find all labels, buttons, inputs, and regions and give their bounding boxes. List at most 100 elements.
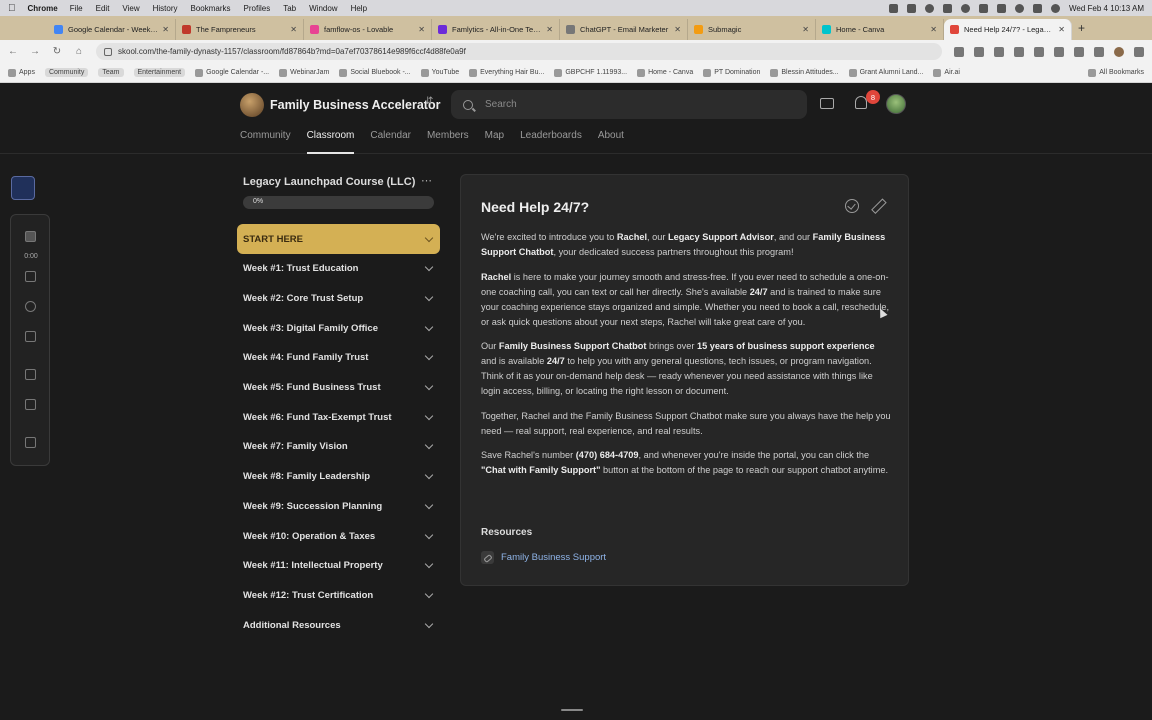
apple-icon[interactable]:  [8,3,16,14]
kebab-menu-icon[interactable] [1134,46,1144,57]
search-input[interactable] [485,99,785,110]
sidebar-icon[interactable] [1094,46,1104,57]
status-app-icon[interactable] [996,3,1006,13]
group-logo[interactable] [240,93,264,117]
status-app-icon[interactable] [942,3,952,13]
group-name[interactable]: Family Business Accelerator [270,98,440,112]
tab-close-icon[interactable]: ✕ [290,25,297,34]
control-center-icon[interactable] [1032,3,1042,13]
course-options-icon[interactable]: ⋯ [421,174,432,187]
camera-icon[interactable] [25,437,36,448]
menu-view[interactable]: View [122,4,139,13]
chat-icon[interactable] [820,98,834,109]
profile-avatar[interactable] [1114,46,1124,57]
bookmark-item[interactable]: WebinarJam [279,68,329,77]
back-icon[interactable]: ← [8,46,18,57]
module-week-4[interactable]: Week #4: Fund Family Trust [237,343,440,373]
nav-map[interactable]: Map [485,128,504,154]
group-switcher-icon[interactable]: ⇵ [425,96,433,107]
browser-tab-active[interactable]: Need Help 24/7? - Legacy L ✕ [944,19,1072,40]
user-avatar[interactable] [886,94,906,114]
bookmark-item[interactable]: Grant Alumni Land... [848,68,923,77]
nav-calendar[interactable]: Calendar [370,128,411,154]
tab-close-icon[interactable]: ✕ [546,25,553,34]
module-week-6[interactable]: Week #6: Fund Tax-Exempt Trust [237,402,440,432]
zoom-icon[interactable] [954,46,964,57]
site-info-icon[interactable] [104,47,112,56]
status-app-icon[interactable] [978,3,988,13]
tab-close-icon[interactable]: ✕ [418,25,425,34]
module-week-9[interactable]: Week #9: Succession Planning [237,492,440,522]
module-week-2[interactable]: Week #2: Core Trust Setup [237,284,440,314]
bookmark-folder[interactable]: Entertainment [133,68,186,77]
extension-icon[interactable] [1054,46,1064,57]
module-week-12[interactable]: Week #12: Trust Certification [237,581,440,611]
address-bar[interactable]: skool.com/the-family-dynasty-1157/classr… [96,43,942,60]
bookmark-item[interactable]: Home - Canva [637,68,693,77]
all-bookmarks[interactable]: All Bookmarks [1088,68,1144,77]
bookmark-item[interactable]: Social Bluebook -... [339,68,411,77]
menu-app-name[interactable]: Chrome [28,4,58,13]
wifi-icon[interactable] [1014,3,1024,13]
tab-close-icon[interactable]: ✕ [802,25,809,34]
effects-icon[interactable] [25,399,36,410]
extensions-puzzle-icon[interactable] [1074,46,1084,57]
bookmark-item[interactable]: Apps [8,68,35,77]
nav-community[interactable]: Community [240,128,291,154]
bookmark-item[interactable]: Blessin Attitudes... [770,68,839,77]
browser-tab[interactable]: Google Calendar - Week of ✕ [48,19,176,40]
status-app-icon[interactable] [888,3,898,13]
menu-tab[interactable]: Tab [283,4,296,13]
search-icon[interactable] [1050,3,1060,13]
home-icon[interactable]: ⌂ [74,46,84,57]
status-app-icon[interactable] [906,3,916,13]
reload-icon[interactable]: ↻ [52,46,62,57]
trash-icon[interactable] [25,331,36,342]
browser-tab[interactable]: Home - Canva ✕ [816,19,944,40]
menu-window[interactable]: Window [309,4,337,13]
module-week-10[interactable]: Week #10: Operation & Taxes [237,521,440,551]
extension-icon[interactable] [1014,46,1024,57]
tab-close-icon[interactable]: ✕ [162,25,169,34]
search-box[interactable] [451,90,807,119]
bookmark-item[interactable]: Air.ai [933,68,960,77]
nav-about[interactable]: About [598,128,624,154]
browser-tab[interactable]: Famlytics - All-in-One Team ✕ [432,19,560,40]
extension-icon[interactable] [1034,46,1044,57]
restart-icon[interactable] [25,301,36,312]
bookmark-item[interactable]: YouTube [420,68,459,77]
nav-leaderboards[interactable]: Leaderboards [520,128,582,154]
module-week-11[interactable]: Week #11: Intellectual Property [237,551,440,581]
bookmark-folder[interactable]: Team [98,68,124,77]
module-week-8[interactable]: Week #8: Family Leadership [237,462,440,492]
bookmark-folder[interactable]: Community [44,68,89,77]
tab-close-icon[interactable]: ✕ [1058,25,1065,34]
status-app-icon[interactable] [960,3,970,13]
draw-pen-icon[interactable] [25,369,36,380]
menu-clock[interactable]: Wed Feb 4 10:13 AM [1069,4,1144,13]
bookmark-item[interactable]: Everything Hair Bu... [469,68,544,77]
mark-complete-icon[interactable] [845,199,859,213]
forward-icon[interactable]: → [30,46,40,57]
tab-close-icon[interactable]: ✕ [930,25,937,34]
extension-icon[interactable] [994,46,1004,57]
menu-profiles[interactable]: Profiles [244,4,271,13]
resource-link[interactable]: Family Business Support [481,551,606,564]
module-additional-resources[interactable]: Additional Resources [237,610,440,640]
bookmark-item[interactable]: Google Calendar -... [195,68,269,77]
module-start-here[interactable]: START HERE [237,224,440,254]
new-tab-icon[interactable]: + [1078,21,1085,35]
module-week-7[interactable]: Week #7: Family Vision [237,432,440,462]
browser-tab[interactable]: The Fampreneurs ✕ [176,19,304,40]
bookmark-star-icon[interactable] [974,46,984,57]
menu-bookmarks[interactable]: Bookmarks [191,4,231,13]
tab-close-icon[interactable]: ✕ [674,25,681,34]
module-week-5[interactable]: Week #5: Fund Business Trust [237,373,440,403]
browser-tab[interactable]: famflow-os - Lovable ✕ [304,19,432,40]
module-week-3[interactable]: Week #3: Digital Family Office [237,313,440,343]
menu-edit[interactable]: Edit [96,4,110,13]
status-app-icon[interactable] [924,3,934,13]
browser-tab[interactable]: Submagic ✕ [688,19,816,40]
browser-tab[interactable]: ChatGPT - Email Marketer ✕ [560,19,688,40]
recorder-logo[interactable] [11,176,35,200]
